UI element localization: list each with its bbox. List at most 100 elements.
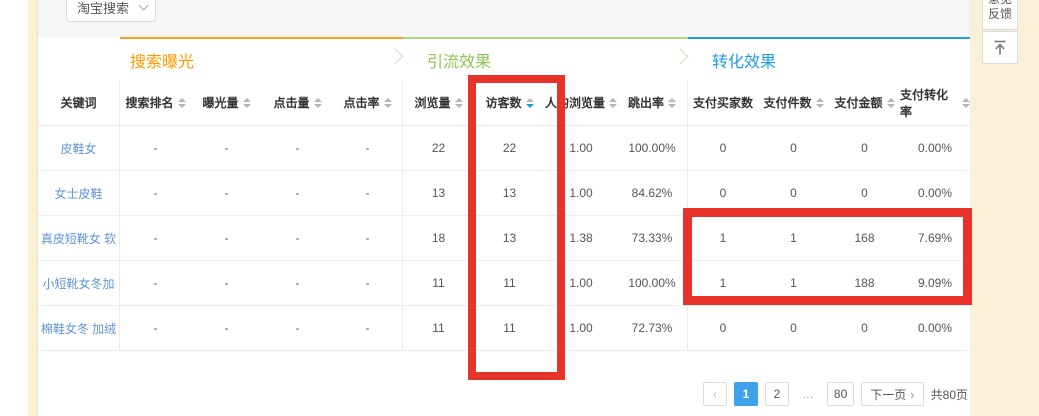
group-label: 搜索曝光 [130,48,194,72]
pagination-page-80[interactable]: 80 [827,382,854,406]
back-to-top-icon [991,39,1009,57]
left-beige-band [28,0,38,416]
metric-cell: 100.00% [617,126,688,170]
metric-cell: - [262,306,333,350]
metric-cell: 11 [403,261,474,305]
pagination: ‹12…80下一页›共80页 [703,382,968,406]
column-header-2[interactable]: 搜索排名 [120,80,191,125]
group-conversion-effect: 转化效果 [688,37,970,80]
metric-cell: 0 [688,126,758,170]
metric-cell: - [333,261,403,305]
back-to-top-button[interactable] [982,31,1018,64]
metric-cell: 0 [829,126,900,170]
group-spacer [38,37,120,80]
column-header-10: 支付买家数 [688,80,758,125]
sort-carets-icon[interactable] [455,98,463,108]
pagination-next-label: 下一页 [870,386,906,403]
column-header-label: 曝光量 [202,94,238,111]
keyword-cell: 小短靴女冬加 [38,261,120,305]
keyword-link[interactable]: 真皮短靴女 软 [41,230,116,247]
metric-cell: - [333,126,403,170]
column-header-6[interactable]: 浏览量 [403,80,474,125]
red-annotation-box-conversion-rows [683,208,972,305]
metric-cell: 0 [688,306,758,350]
metric-cell: - [262,216,333,260]
column-header-label: 跳出率 [628,94,664,111]
keyword-link[interactable]: 女士皮鞋 [54,185,102,202]
metric-cell: - [333,306,403,350]
column-header-label: 关键词 [60,94,96,111]
metric-cell: 72.73% [617,306,688,350]
metric-cell: - [333,216,403,260]
feedback-label: 意见 [988,0,1012,7]
red-annotation-box-visitors-column [468,75,565,380]
search-source-value: 淘宝搜索 [77,0,129,17]
keyword-link[interactable]: 皮鞋女 [60,140,96,157]
keyword-cell: 棉鞋女冬 加绒 [38,306,120,350]
search-source-dropdown[interactable]: 淘宝搜索 [66,0,156,22]
metric-cell: 0.00% [900,306,970,350]
column-header-label: 搜索排名 [125,94,173,111]
column-header-4[interactable]: 点击量 [262,80,333,125]
metric-cell: 73.33% [617,216,688,260]
column-header-5[interactable]: 点击率 [333,80,403,125]
sort-carets-icon[interactable] [178,98,186,108]
metric-cell: - [191,306,262,350]
sort-carets-icon[interactable] [243,98,251,108]
metric-cell: 84.62% [617,171,688,215]
metric-cell: - [333,171,403,215]
metric-cell: 22 [403,126,474,170]
pagination-total-pages: 共80页 [931,386,968,403]
metric-cell: - [120,171,191,215]
metric-cell: - [191,171,262,215]
column-header-9[interactable]: 跳出率 [617,80,688,125]
metric-cell: 18 [403,216,474,260]
metric-cell: - [191,216,262,260]
sort-carets-icon[interactable] [887,98,895,108]
sort-carets-icon[interactable] [609,98,617,108]
column-header-label: 浏览量 [414,94,450,111]
sort-carets-icon[interactable] [314,98,322,108]
pagination-page-2[interactable]: 2 [765,382,789,406]
metric-cell: - [262,126,333,170]
column-header-label: 支付买家数 [693,94,753,111]
column-header-13[interactable]: 支付转化率 [900,80,970,125]
column-header-label: 支付转化率 [900,86,958,120]
sort-carets-icon[interactable] [962,98,970,108]
sort-carets-icon[interactable] [384,98,392,108]
metric-cell: - [191,261,262,305]
metric-cell: - [191,126,262,170]
feedback-label: 反馈 [988,7,1012,22]
metric-cell: - [120,261,191,305]
keyword-cell: 皮鞋女 [38,126,120,170]
sort-carets-icon[interactable] [668,98,676,108]
group-traffic-effect: 引流效果 [403,37,688,80]
keyword-link[interactable]: 棉鞋女冬 加绒 [41,320,116,337]
column-group-band: 搜索曝光 引流效果 转化效果 [38,37,970,80]
column-header-1: 关键词 [38,80,120,125]
metric-cell: - [120,306,191,350]
chevron-right-icon: › [910,387,914,402]
column-header-label: 支付金额 [834,94,882,111]
metric-cell: - [120,126,191,170]
feedback-button[interactable]: 意见反馈 [982,0,1018,30]
metric-cell: 0.00% [900,126,970,170]
sort-carets-icon[interactable] [816,98,824,108]
keyword-link[interactable]: 小短靴女冬加 [42,275,114,292]
column-header-3[interactable]: 曝光量 [191,80,262,125]
metric-cell: 11 [403,306,474,350]
metric-cell: 100.00% [617,261,688,305]
column-header-11[interactable]: 支付件数 [758,80,829,125]
chevron-down-icon [139,1,149,11]
group-label: 引流效果 [413,48,491,72]
pagination-page-1[interactable]: 1 [734,382,758,406]
pagination-prev-button[interactable]: ‹ [703,382,727,406]
top-strip [38,0,970,37]
metric-cell: 0 [829,306,900,350]
column-header-12[interactable]: 支付金额 [829,80,900,125]
metric-cell: 0 [758,126,829,170]
keyword-cell: 真皮短靴女 软 [38,216,120,260]
group-label: 转化效果 [698,48,776,72]
column-header-label: 点击量 [273,94,309,111]
pagination-next-button[interactable]: 下一页 › [861,382,923,406]
